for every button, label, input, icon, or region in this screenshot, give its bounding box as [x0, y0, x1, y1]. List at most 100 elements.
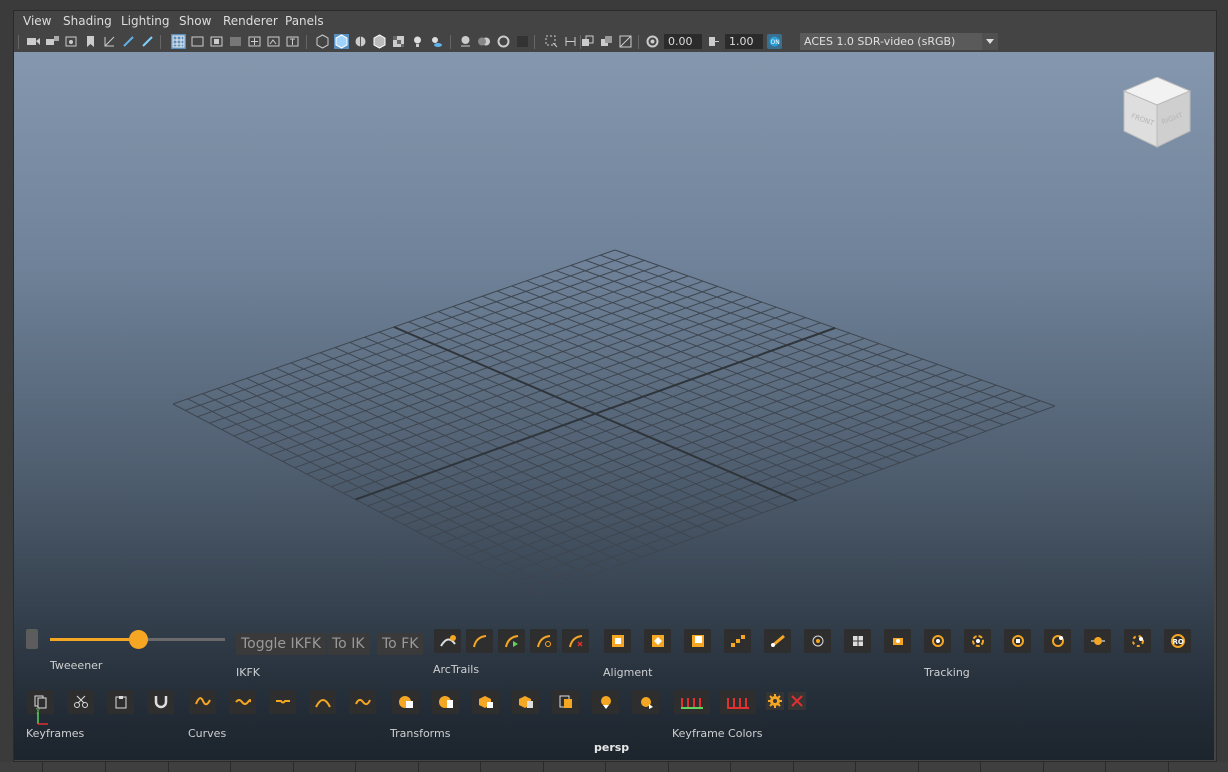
- tracking-button-5[interactable]: [964, 629, 991, 653]
- curve-button-5[interactable]: [349, 690, 376, 714]
- gamma-icon[interactable]: [706, 34, 721, 49]
- gamma-field[interactable]: 1.00: [725, 34, 763, 49]
- field-chart-icon[interactable]: [247, 34, 262, 49]
- 2d-pan-zoom-icon[interactable]: [102, 34, 117, 49]
- resolution-gate-icon[interactable]: [209, 34, 224, 49]
- tracking-button-6[interactable]: [1004, 629, 1031, 653]
- exposure-icon[interactable]: [645, 34, 660, 49]
- strip-divider: [105, 762, 106, 772]
- film-gate-icon[interactable]: [190, 34, 205, 49]
- textured-icon[interactable]: [391, 34, 406, 49]
- keyframe-color-red-button[interactable]: [720, 690, 756, 714]
- panel-toolbar: 0.00 1.00 ON ACES 1.0 SDR-video (sRGB): [14, 32, 1214, 53]
- shadows-icon[interactable]: [429, 34, 444, 49]
- camera-attributes-icon[interactable]: [45, 34, 60, 49]
- motion-blur-icon[interactable]: [477, 34, 492, 49]
- align-diagonal-icon: [731, 635, 745, 647]
- 3d-viewport[interactable]: FRONT RIGHT Tweeener Toggle IKFK To IK T…: [14, 52, 1214, 760]
- menu-lighting[interactable]: Lighting: [121, 14, 170, 28]
- safe-title-icon[interactable]: [285, 34, 300, 49]
- arctrail-create-button[interactable]: [434, 629, 461, 653]
- tracking-button-8[interactable]: [1084, 629, 1111, 653]
- xray-icon[interactable]: [563, 34, 578, 49]
- rotation-order-button[interactable]: RO: [1164, 629, 1191, 653]
- globe-copy-icon: [399, 696, 413, 708]
- default-material-icon[interactable]: [353, 34, 368, 49]
- arctrail-delete-button[interactable]: [562, 629, 589, 653]
- transform-button-1[interactable]: [392, 690, 419, 714]
- cut-keys-button[interactable]: [67, 690, 94, 714]
- shelf-settings-button[interactable]: [766, 692, 784, 710]
- paste-keys-button[interactable]: [107, 690, 134, 714]
- use-all-lights-icon[interactable]: [410, 34, 425, 49]
- transform-button-7[interactable]: [632, 690, 659, 714]
- tracking-button-2[interactable]: [844, 629, 871, 653]
- exposure-field[interactable]: 0.00: [664, 34, 702, 49]
- transform-button-2[interactable]: [432, 690, 459, 714]
- curve-button-3[interactable]: [269, 690, 296, 714]
- pencil-icon[interactable]: [140, 34, 155, 49]
- select-camera-icon[interactable]: [26, 34, 41, 49]
- menu-shading[interactable]: Shading: [63, 14, 112, 28]
- multisample-aa-icon[interactable]: [496, 34, 511, 49]
- curve-button-2[interactable]: [229, 690, 256, 714]
- curve-button-4[interactable]: [309, 690, 336, 714]
- tracking-button-1[interactable]: [804, 629, 831, 653]
- grease-pencil-icon[interactable]: [121, 34, 136, 49]
- wireframe-on-shaded-icon[interactable]: [372, 34, 387, 49]
- colorspace-dropdown[interactable]: ACES 1.0 SDR-video (sRGB): [800, 33, 998, 50]
- chevron-down-icon[interactable]: [982, 33, 998, 50]
- align-button-1[interactable]: [604, 629, 631, 653]
- clipboard-copy-icon: [559, 695, 572, 708]
- transform-button-5[interactable]: [552, 690, 579, 714]
- tracking-button-3[interactable]: [884, 629, 911, 653]
- menu-renderer[interactable]: Renderer: [223, 14, 278, 28]
- align-button-3[interactable]: [684, 629, 711, 653]
- grid-icon[interactable]: [171, 34, 186, 49]
- align-button-4[interactable]: [724, 629, 751, 653]
- align-button-2[interactable]: [644, 629, 671, 653]
- gate-mask-icon[interactable]: [228, 34, 243, 49]
- shelf-close-button[interactable]: [788, 692, 806, 710]
- toggle-ikfk-button[interactable]: Toggle IKFK: [236, 633, 327, 655]
- gear-icon: [768, 694, 782, 708]
- color-management-icon[interactable]: ON: [767, 34, 782, 49]
- tweener-handle[interactable]: [26, 629, 38, 649]
- menu-show[interactable]: Show: [179, 14, 211, 28]
- xray-active-components-icon[interactable]: [599, 34, 614, 49]
- depth-of-field-icon[interactable]: [515, 34, 530, 49]
- transform-button-6[interactable]: [592, 690, 619, 714]
- camera-name-label: persp: [594, 741, 630, 754]
- viewcube[interactable]: FRONT RIGHT: [1122, 77, 1192, 149]
- transform-button-3[interactable]: [472, 690, 499, 714]
- screen-space-ao-icon[interactable]: [458, 34, 473, 49]
- panel-menubar: View Shading Lighting Show Renderer Pane…: [14, 11, 1214, 32]
- safe-action-icon[interactable]: [266, 34, 281, 49]
- wireframe-icon[interactable]: [315, 34, 330, 49]
- to-ik-button[interactable]: To IK: [327, 633, 370, 655]
- keyframe-color-green-button[interactable]: [674, 690, 710, 714]
- to-fk-button[interactable]: To FK: [377, 633, 424, 655]
- image-plane-icon[interactable]: [64, 34, 79, 49]
- smooth-shade-icon[interactable]: [334, 34, 349, 49]
- bookmark-icon[interactable]: [83, 34, 98, 49]
- menu-view[interactable]: View: [23, 14, 51, 28]
- menu-panels[interactable]: Panels: [285, 14, 324, 28]
- isolate-select-icon[interactable]: [544, 34, 559, 49]
- align-button-5[interactable]: [764, 629, 791, 653]
- tracking-button-9[interactable]: [1124, 629, 1151, 653]
- xray-joints-icon[interactable]: [580, 34, 595, 49]
- arctrail-button-1[interactable]: [466, 629, 493, 653]
- backface-culling-icon[interactable]: [618, 34, 633, 49]
- ikfk-label: IKFK: [236, 666, 260, 679]
- curve-button-1[interactable]: [189, 690, 216, 714]
- arctrail-button-3[interactable]: [530, 629, 557, 653]
- tweener-knob[interactable]: [128, 630, 148, 649]
- arctrail-button-2[interactable]: [498, 629, 525, 653]
- transform-button-4[interactable]: [512, 690, 539, 714]
- strip-divider: [855, 762, 856, 772]
- tracking-button-4[interactable]: [924, 629, 951, 653]
- align-arrow-icon: [771, 634, 785, 648]
- tracking-button-7[interactable]: [1044, 629, 1071, 653]
- snap-keys-button[interactable]: [147, 690, 174, 714]
